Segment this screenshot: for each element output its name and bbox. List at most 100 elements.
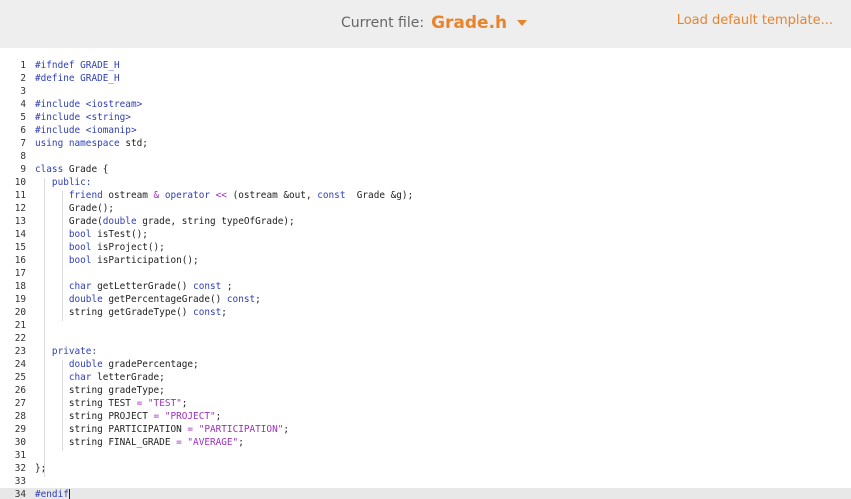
code-line[interactable]: 21 (0, 319, 851, 332)
code-token: string FINAL_GRADE (35, 437, 177, 448)
code-token: bool (35, 229, 98, 240)
line-number: 14 (14, 229, 26, 240)
code-token: gradePercentage; (108, 359, 199, 370)
code-token: std; (125, 138, 148, 149)
code-text: #define GRADE_H (35, 72, 120, 85)
line-number: 18 (14, 281, 26, 292)
code-token: #define GRADE_H (35, 73, 120, 84)
code-line[interactable]: 19 double getPercentageGrade() const; (0, 293, 851, 306)
code-line[interactable]: 27 string TEST = "TEST"; (0, 397, 851, 410)
code-token: const (193, 281, 227, 292)
code-line[interactable]: 23 private: (0, 345, 851, 358)
code-token: bool (35, 255, 98, 266)
code-token: Grade { (68, 164, 109, 175)
code-token: "TEST" (147, 398, 182, 409)
code-line[interactable]: 20 string getGradeType() const; (0, 306, 851, 319)
code-line[interactable]: 25 char letterGrade; (0, 371, 851, 384)
code-line[interactable]: 33 (0, 475, 851, 488)
code-token: isProject(); (97, 242, 165, 253)
code-text: bool isProject(); (35, 241, 165, 254)
code-line[interactable]: 3 (0, 85, 851, 98)
code-text: bool isParticipation(); (35, 254, 199, 267)
code-text: Grade(double grade, string typeOfGrade); (35, 215, 295, 228)
code-token: ; (226, 281, 233, 292)
code-line[interactable]: 14 bool isTest(); (0, 228, 851, 241)
code-line[interactable]: 17 (0, 267, 851, 280)
code-editor[interactable]: 1 #ifndef GRADE_H 2 #define GRADE_H 3 4 #inclu… (0, 48, 851, 499)
line-number: 30 (14, 437, 26, 448)
line-number: 22 (14, 333, 26, 344)
code-token: ; (181, 398, 188, 409)
code-line[interactable]: 8 (0, 150, 851, 163)
code-text: char getLetterGrade() const ; (35, 280, 233, 293)
code-token: bool (35, 242, 98, 253)
current-file-caption: Current file: (341, 15, 425, 31)
code-token: ; (283, 424, 290, 435)
code-token: ; (221, 307, 227, 318)
code-line[interactable]: 10 public: (0, 176, 851, 189)
current-file-dropdown[interactable]: Current file: Grade.h (341, 11, 528, 35)
code-line[interactable]: 16 bool isParticipation(); (0, 254, 851, 267)
line-number: 9 (20, 164, 26, 175)
code-line[interactable]: 11 friend ostream & operator << (ostream… (0, 189, 851, 202)
code-line[interactable]: 9 class Grade { (0, 163, 851, 176)
code-line[interactable]: 29 string PARTICIPATION = "PARTICIPATION… (0, 423, 851, 436)
code-text: friend ostream & operator << (ostream &o… (35, 189, 413, 202)
line-number: 29 (14, 424, 26, 435)
code-line[interactable]: 5 #include <string> (0, 111, 851, 124)
line-number: 5 (20, 112, 26, 123)
code-line[interactable]: 7 using namespace std; (0, 137, 851, 150)
line-number: 34 (14, 489, 26, 499)
load-default-template-link[interactable]: Load default template... (677, 13, 833, 28)
current-file-name[interactable]: Grade.h (431, 13, 507, 33)
code-token: friend (35, 190, 109, 201)
code-line[interactable]: 26 string gradeType; (0, 384, 851, 397)
code-token: using namespace (35, 138, 126, 149)
code-text: #endif (35, 488, 70, 499)
code-token: private: (35, 346, 98, 357)
code-token: #include <iostream> (35, 99, 143, 110)
code-text: double gradePercentage; (35, 358, 199, 371)
line-number: 2 (20, 73, 26, 84)
code-line[interactable]: 13 Grade(double grade, string typeOfGrad… (0, 215, 851, 228)
code-text: Grade(); (35, 202, 114, 215)
code-token: #include <string> (35, 112, 131, 123)
code-text: double getPercentageGrade() const; (35, 293, 261, 306)
line-number: 13 (14, 216, 26, 227)
code-token: << (215, 190, 233, 201)
code-token: grade, string typeOfGrade); (142, 216, 295, 227)
code-line[interactable]: 24 double gradePercentage; (0, 358, 851, 371)
top-bar: Current file: Grade.h Load default templ… (0, 0, 851, 48)
code-text: class Grade { (35, 163, 108, 176)
code-token: #include <iomanip> (35, 125, 137, 136)
code-token: class (35, 164, 69, 175)
code-text: #include <string> (35, 111, 131, 124)
code-token: isParticipation(); (97, 255, 199, 266)
code-line[interactable]: 22 (0, 332, 851, 345)
code-token: ostream (108, 190, 154, 201)
code-token: string getGradeType() (35, 307, 194, 318)
code-line[interactable]: 2 #define GRADE_H (0, 72, 851, 85)
code-token: double (35, 294, 109, 305)
code-line[interactable]: 18 char getLetterGrade() const ; (0, 280, 851, 293)
code-token: Grade( (35, 216, 103, 227)
chevron-down-icon[interactable] (517, 20, 528, 26)
code-token: double (102, 216, 143, 227)
code-line[interactable]: 32}; (0, 462, 851, 475)
code-token: "PARTICIPATION" (198, 424, 284, 435)
code-line[interactable]: 1 #ifndef GRADE_H (0, 59, 851, 72)
code-token: const (226, 294, 256, 305)
code-line[interactable]: 6 #include <iomanip> (0, 124, 851, 137)
code-token: string PROJECT (35, 411, 154, 422)
line-number: 21 (14, 320, 26, 331)
code-line[interactable]: 30 string FINAL_GRADE = "AVERAGE"; (0, 436, 851, 449)
code-line[interactable]: 34 #endif (0, 488, 851, 499)
code-line[interactable]: 31 (0, 449, 851, 462)
code-text: public: (35, 176, 92, 189)
code-line[interactable]: 15 bool isProject(); (0, 241, 851, 254)
code-line[interactable]: 4 #include <iostream> (0, 98, 851, 111)
code-line[interactable]: 28 string PROJECT = "PROJECT"; (0, 410, 851, 423)
code-text: string TEST = "TEST"; (35, 397, 188, 410)
line-number: 10 (14, 177, 26, 188)
code-line[interactable]: 12 Grade(); (0, 202, 851, 215)
